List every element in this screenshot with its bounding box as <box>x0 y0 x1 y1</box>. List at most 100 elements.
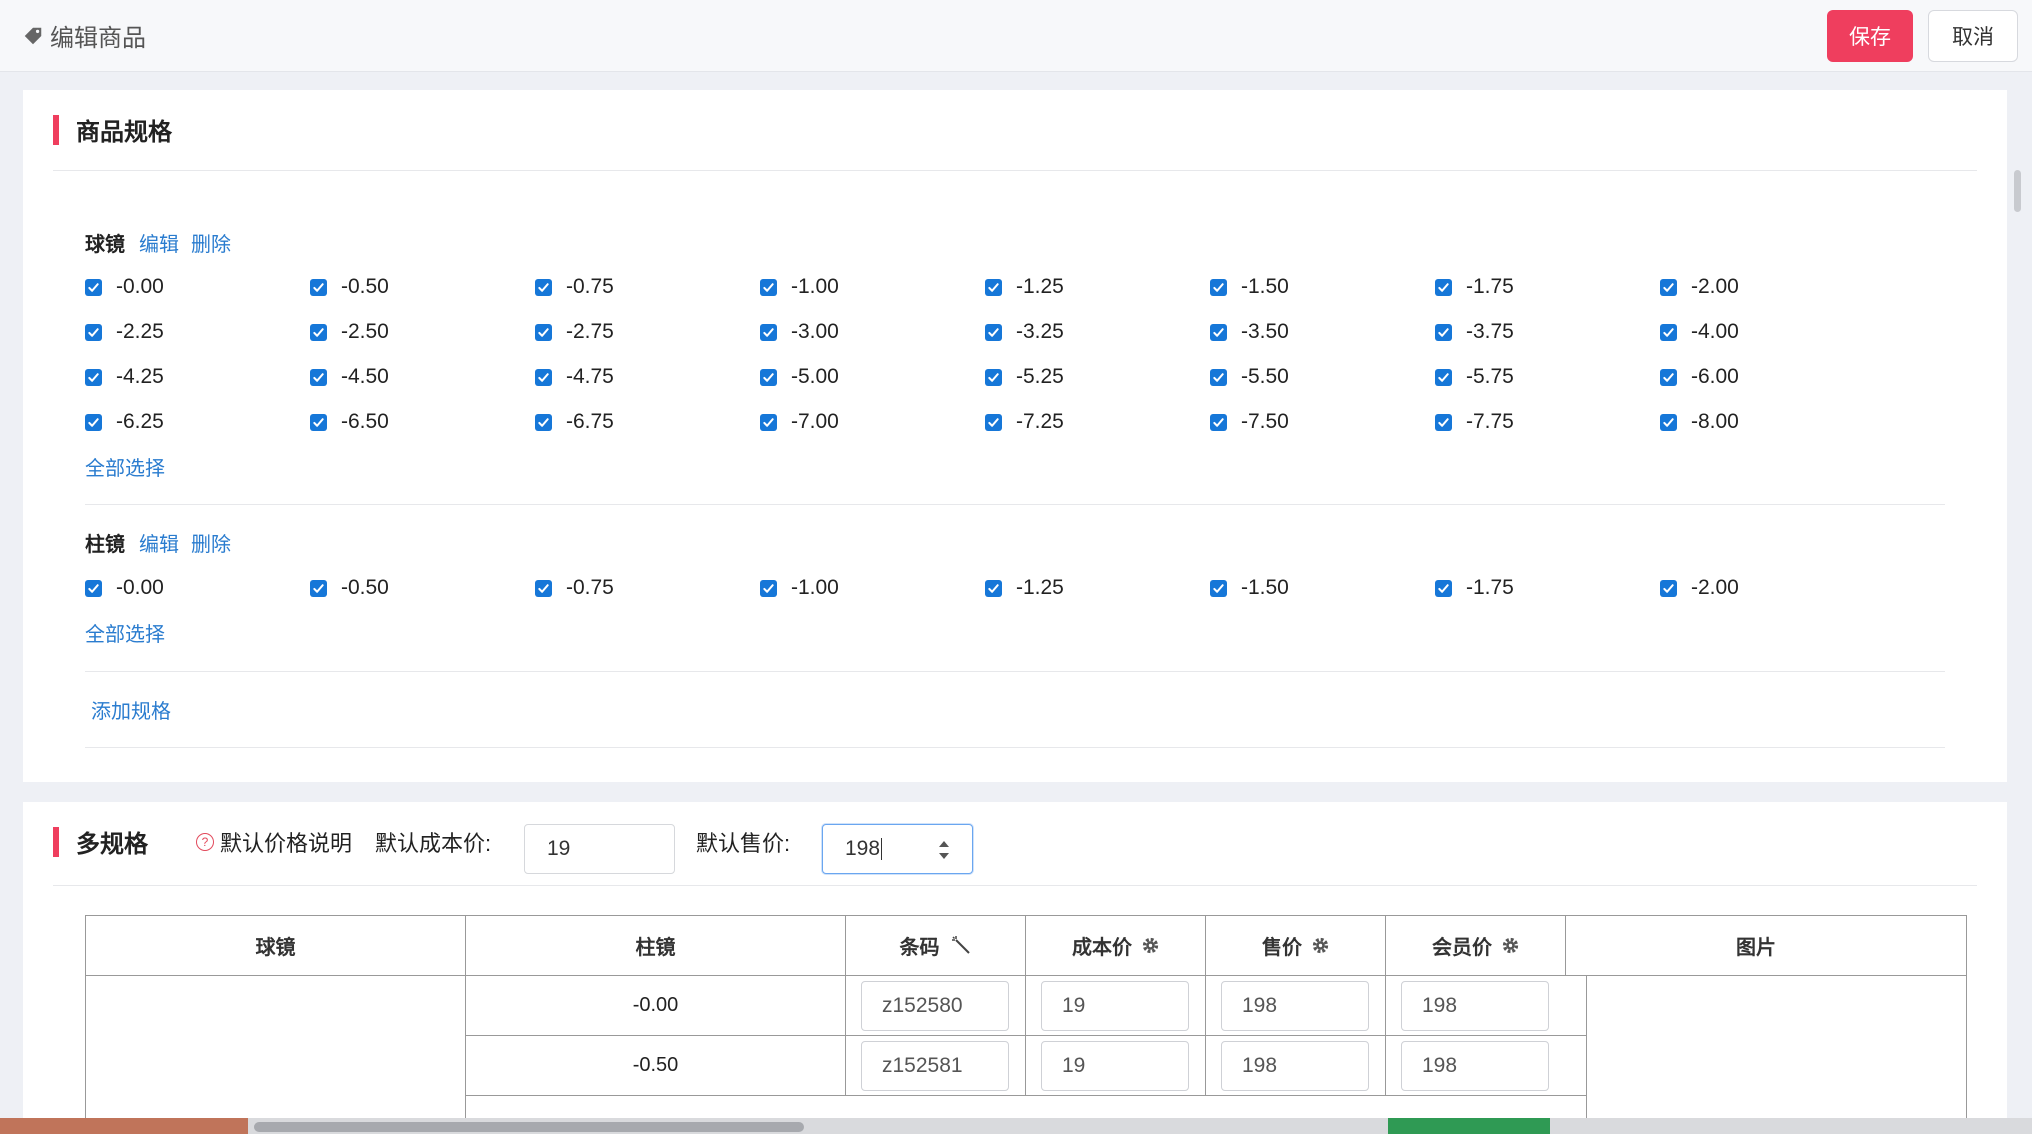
checkbox-checked[interactable] <box>985 368 1002 386</box>
checkbox-checked[interactable] <box>760 413 777 431</box>
spec-option[interactable]: -7.50 <box>1210 407 1289 437</box>
checkbox-checked[interactable] <box>535 579 552 597</box>
select-all-sph-link[interactable]: 全部选择 <box>85 452 165 481</box>
gear-icon[interactable] <box>1502 937 1519 954</box>
checkbox-checked[interactable] <box>85 323 102 341</box>
spec-option[interactable]: -1.25 <box>985 272 1064 302</box>
checkbox-checked[interactable] <box>535 278 552 296</box>
edit-sph-link[interactable]: 编辑 <box>139 228 179 257</box>
checkbox-checked[interactable] <box>535 413 552 431</box>
spec-option[interactable]: -0.00 <box>85 272 164 302</box>
checkbox-checked[interactable] <box>760 368 777 386</box>
checkbox-checked[interactable] <box>535 368 552 386</box>
checkbox-checked[interactable] <box>310 413 327 431</box>
spec-option[interactable]: -2.75 <box>535 317 614 347</box>
checkbox-checked[interactable] <box>1435 278 1452 296</box>
cancel-button[interactable]: 取消 <box>1928 10 2018 62</box>
spec-option[interactable]: -3.00 <box>760 317 839 347</box>
member-price-input[interactable]: 198 <box>1401 981 1549 1031</box>
checkbox-checked[interactable] <box>1210 368 1227 386</box>
checkbox-checked[interactable] <box>1210 278 1227 296</box>
checkbox-checked[interactable] <box>1435 368 1452 386</box>
checkbox-checked[interactable] <box>310 278 327 296</box>
spec-option[interactable]: -3.75 <box>1435 317 1514 347</box>
checkbox-checked[interactable] <box>1435 413 1452 431</box>
checkbox-checked[interactable] <box>760 323 777 341</box>
spec-option[interactable]: -6.25 <box>85 407 164 437</box>
spec-option[interactable]: -0.00 <box>85 573 164 603</box>
checkbox-checked[interactable] <box>760 278 777 296</box>
checkbox-checked[interactable] <box>1660 323 1677 341</box>
spec-option[interactable]: -4.75 <box>535 362 614 392</box>
spec-option[interactable]: -6.00 <box>1660 362 1739 392</box>
vertical-scrollbar[interactable] <box>2014 170 2021 212</box>
checkbox-checked[interactable] <box>535 323 552 341</box>
cost-input[interactable]: 19 <box>1041 1041 1189 1091</box>
gear-icon[interactable] <box>1312 937 1329 954</box>
spec-option[interactable]: -7.25 <box>985 407 1064 437</box>
checkbox-checked[interactable] <box>760 579 777 597</box>
checkbox-checked[interactable] <box>85 368 102 386</box>
horizontal-scrollbar[interactable] <box>254 1122 804 1132</box>
checkbox-checked[interactable] <box>1210 323 1227 341</box>
edit-cyl-link[interactable]: 编辑 <box>139 528 179 557</box>
add-spec-link[interactable]: 添加规格 <box>91 695 171 724</box>
price-input[interactable]: 198 <box>1221 1041 1369 1091</box>
checkbox-checked[interactable] <box>985 413 1002 431</box>
spec-option[interactable]: -7.00 <box>760 407 839 437</box>
delete-sph-link[interactable]: 删除 <box>191 228 231 257</box>
gear-icon[interactable] <box>1142 937 1159 954</box>
spec-option[interactable]: -1.50 <box>1210 573 1289 603</box>
spec-option[interactable]: -5.00 <box>760 362 839 392</box>
spec-option[interactable]: -1.00 <box>760 573 839 603</box>
spec-option[interactable]: -0.50 <box>310 272 389 302</box>
member-price-input[interactable]: 198 <box>1401 1041 1549 1091</box>
spec-option[interactable]: -1.75 <box>1435 272 1514 302</box>
checkbox-checked[interactable] <box>1435 323 1452 341</box>
price-input[interactable]: 198 <box>1221 981 1369 1031</box>
spec-option[interactable]: -1.00 <box>760 272 839 302</box>
spec-option[interactable]: -7.75 <box>1435 407 1514 437</box>
checkbox-checked[interactable] <box>310 579 327 597</box>
default-price-input[interactable]: 198 <box>822 824 973 874</box>
spec-option[interactable]: -2.00 <box>1660 573 1739 603</box>
spec-option[interactable]: -0.50 <box>310 573 389 603</box>
spec-option[interactable]: -5.75 <box>1435 362 1514 392</box>
spec-option[interactable]: -4.25 <box>85 362 164 392</box>
spec-option[interactable]: -8.00 <box>1660 407 1739 437</box>
checkbox-checked[interactable] <box>1660 413 1677 431</box>
spec-option[interactable]: -1.75 <box>1435 573 1514 603</box>
checkbox-checked[interactable] <box>1435 579 1452 597</box>
cost-input[interactable]: 19 <box>1041 981 1189 1031</box>
spec-option[interactable]: -3.25 <box>985 317 1064 347</box>
checkbox-checked[interactable] <box>85 413 102 431</box>
checkbox-checked[interactable] <box>1660 579 1677 597</box>
spec-option[interactable]: -2.25 <box>85 317 164 347</box>
spec-option[interactable]: -1.25 <box>985 573 1064 603</box>
barcode-input[interactable]: z152581 <box>861 1041 1009 1091</box>
spec-option[interactable]: -4.50 <box>310 362 389 392</box>
spec-option[interactable]: -3.50 <box>1210 317 1289 347</box>
checkbox-checked[interactable] <box>85 579 102 597</box>
spec-option[interactable]: -2.50 <box>310 317 389 347</box>
checkbox-checked[interactable] <box>310 368 327 386</box>
checkbox-checked[interactable] <box>1660 368 1677 386</box>
checkbox-checked[interactable] <box>985 323 1002 341</box>
default-cost-input[interactable]: 19 <box>524 824 675 874</box>
number-spinner-icon[interactable] <box>938 839 950 861</box>
checkbox-checked[interactable] <box>985 278 1002 296</box>
barcode-input[interactable]: z152580 <box>861 981 1009 1031</box>
delete-cyl-link[interactable]: 删除 <box>191 528 231 557</box>
spec-option[interactable]: -1.50 <box>1210 272 1289 302</box>
checkbox-checked[interactable] <box>985 579 1002 597</box>
spec-option[interactable]: -4.00 <box>1660 317 1739 347</box>
spec-option[interactable]: -0.75 <box>535 573 614 603</box>
select-all-cyl-link[interactable]: 全部选择 <box>85 618 165 647</box>
save-button[interactable]: 保存 <box>1827 10 1913 62</box>
default-price-help[interactable]: ? 默认价格说明 <box>196 826 352 858</box>
checkbox-checked[interactable] <box>310 323 327 341</box>
spec-option[interactable]: -6.75 <box>535 407 614 437</box>
checkbox-checked[interactable] <box>1210 579 1227 597</box>
spec-option[interactable]: -6.50 <box>310 407 389 437</box>
spec-option[interactable]: -0.75 <box>535 272 614 302</box>
